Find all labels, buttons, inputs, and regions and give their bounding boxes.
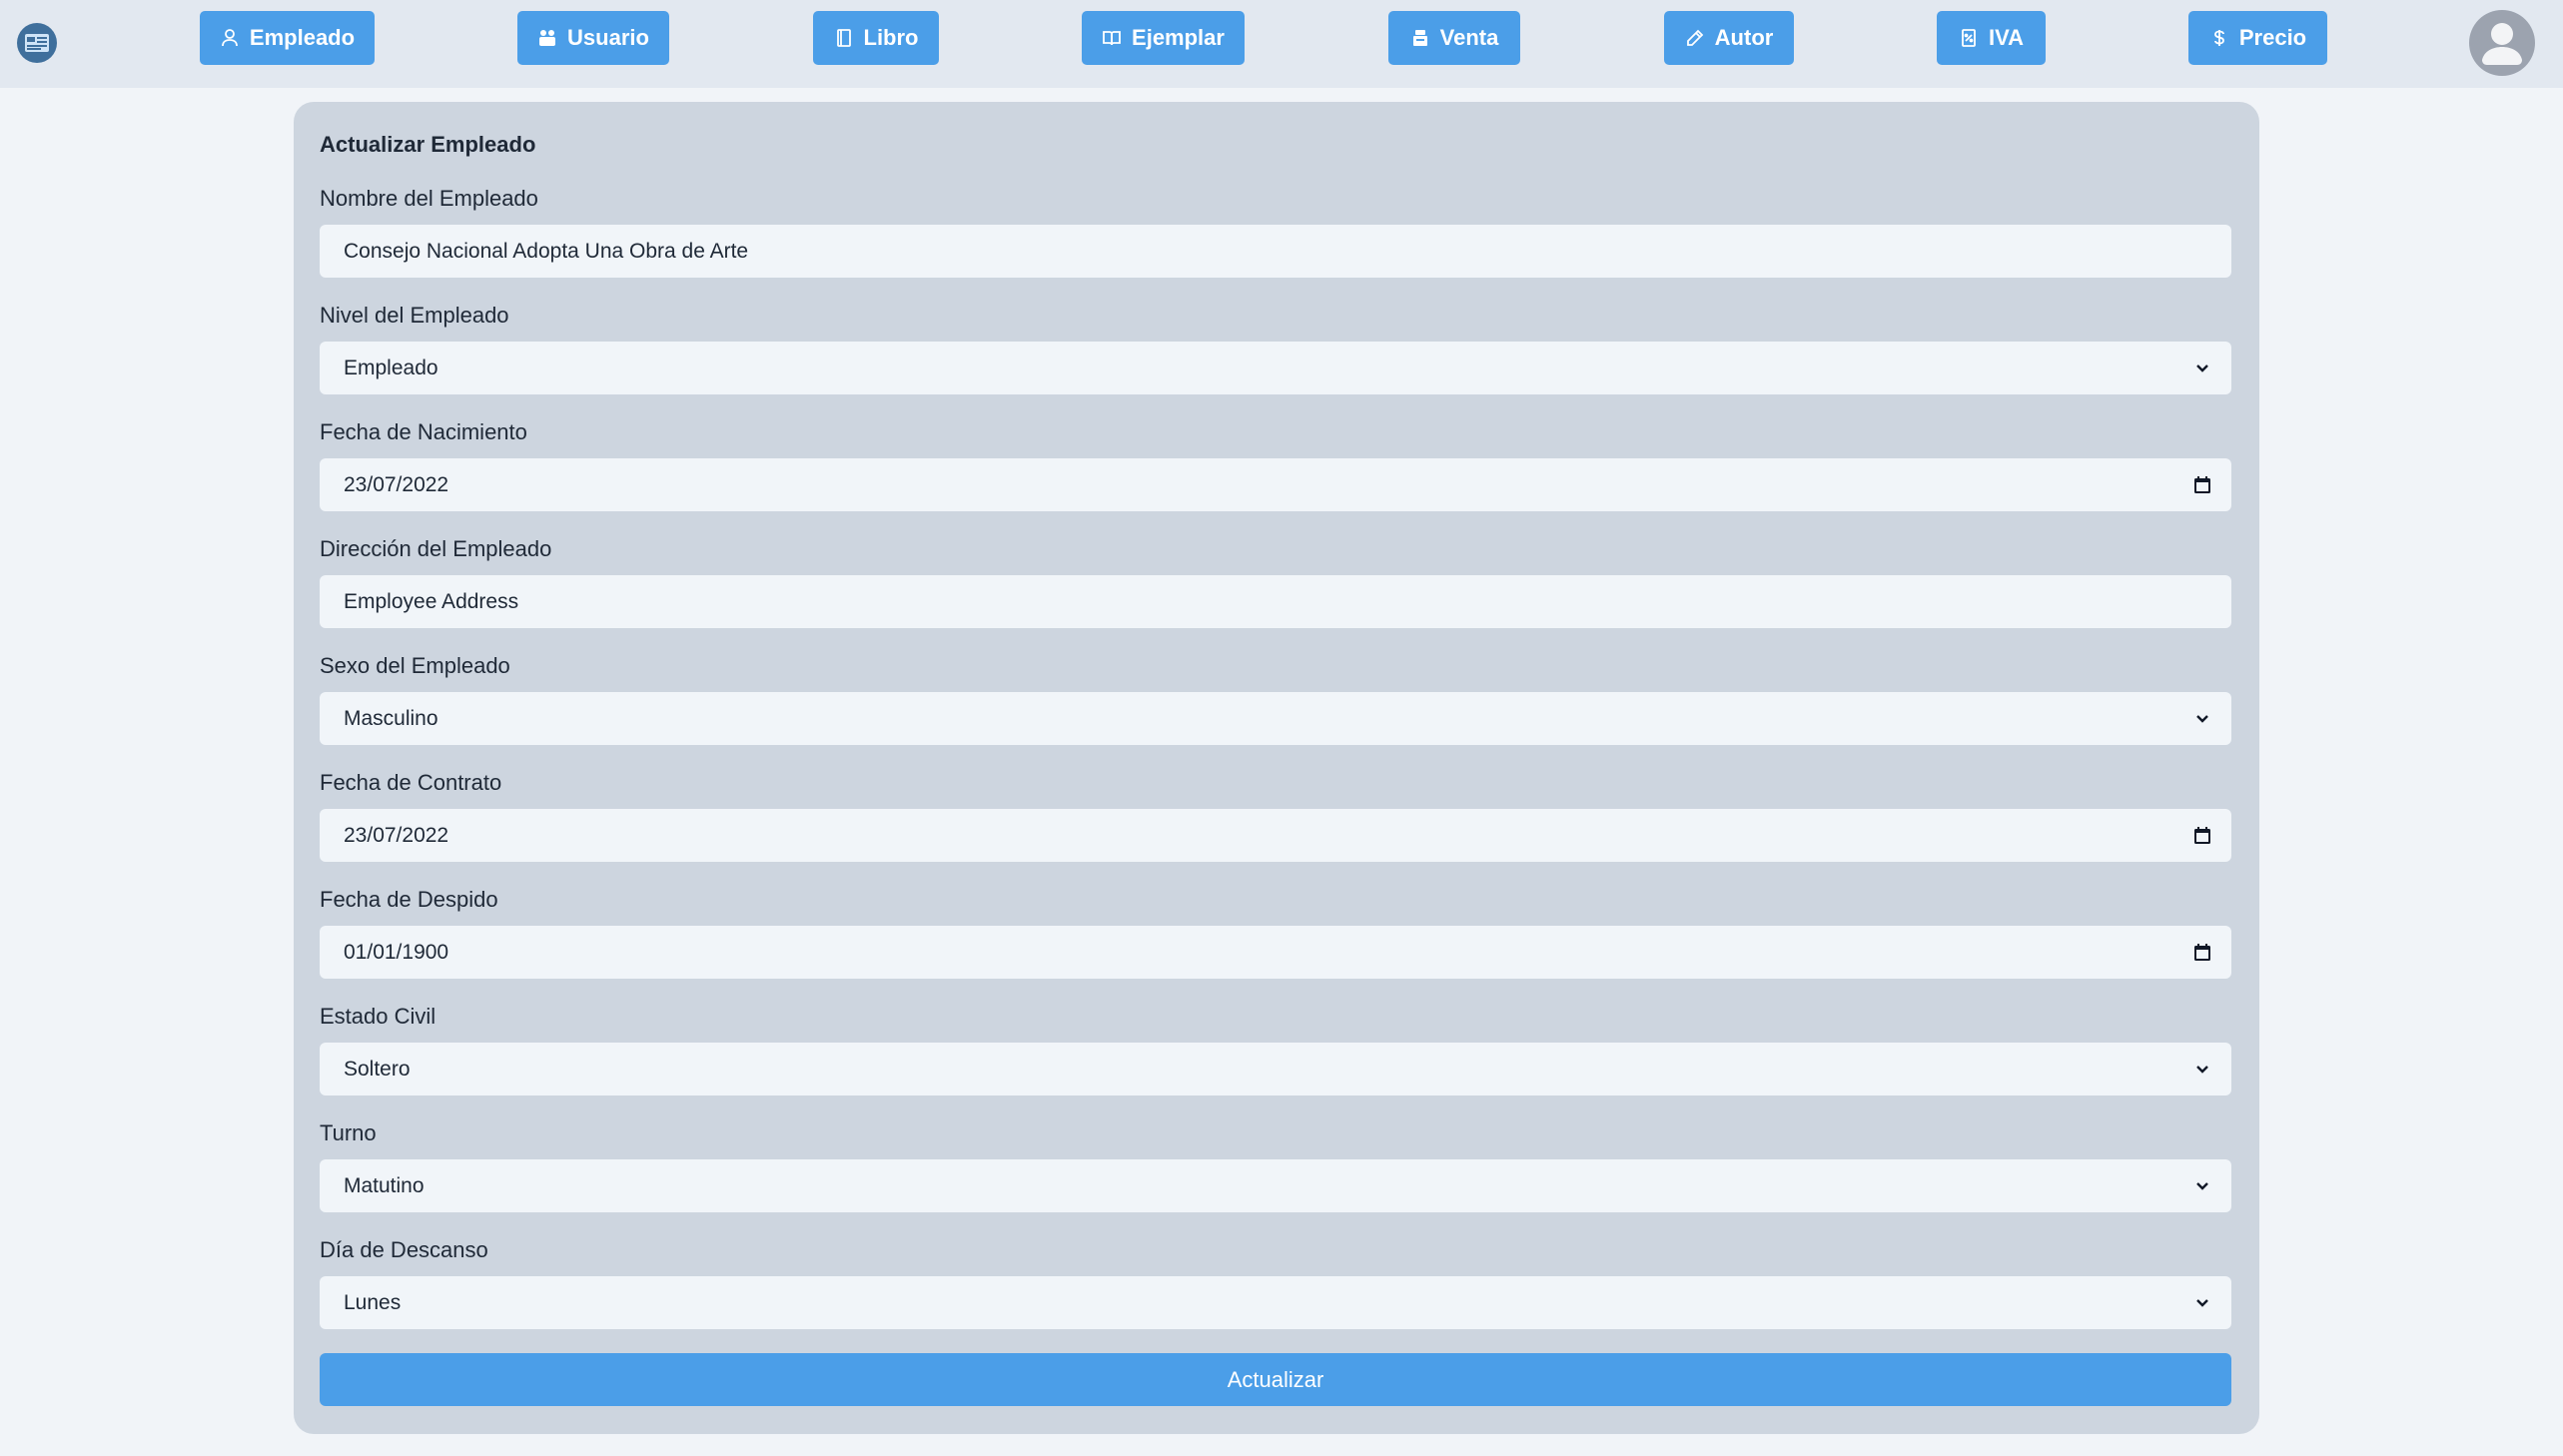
- descanso-value: Lunes: [344, 1290, 402, 1314]
- app-logo-icon[interactable]: [16, 22, 58, 64]
- estado-civil-label: Estado Civil: [320, 1004, 436, 1029]
- nivel-select[interactable]: Empleado: [320, 342, 2231, 394]
- nav-button-label: Libro: [863, 25, 919, 50]
- nacimiento-date-input[interactable]: 23/07/2022: [320, 458, 2231, 511]
- sexo-select[interactable]: Masculino: [320, 692, 2231, 745]
- nombre-value: Consejo Nacional Adopta Una Obra de Arte: [344, 239, 749, 263]
- nivel-label: Nivel del Empleado: [320, 303, 509, 328]
- cash-register-icon: [1412, 30, 1427, 46]
- contrato-value: 23/07/2022: [344, 823, 449, 847]
- nav-button-label: Empleado: [249, 25, 356, 50]
- nombre-label: Nombre del Empleado: [320, 186, 538, 211]
- form-title: Actualizar Empleado: [320, 132, 536, 157]
- direccion-label: Dirección del Empleado: [320, 536, 552, 561]
- book-icon: [836, 29, 851, 47]
- sexo-value: Masculino: [344, 706, 438, 730]
- chevron-down-icon: [2196, 1065, 2208, 1074]
- nav-button-label: Usuario: [567, 25, 649, 50]
- nav-button-label: Venta: [1439, 25, 1499, 50]
- nivel-value: Empleado: [344, 356, 438, 379]
- nombre-input[interactable]: Consejo Nacional Adopta Una Obra de Arte: [320, 225, 2231, 278]
- top-nav-bar: Empleado Usuario Libro Ejemplar Venta Au…: [0, 0, 2563, 88]
- nav-button-label: IVA: [1988, 25, 2025, 50]
- calendar-icon[interactable]: [2191, 825, 2213, 847]
- contrato-date-input[interactable]: 23/07/2022: [320, 809, 2231, 862]
- estado-civil-select[interactable]: Soltero: [320, 1043, 2231, 1095]
- chevron-down-icon: [2196, 1298, 2208, 1307]
- sexo-label: Sexo del Empleado: [320, 653, 510, 678]
- chevron-down-icon: [2196, 1181, 2208, 1190]
- chevron-down-icon: [2196, 714, 2208, 723]
- user-avatar-icon[interactable]: [2469, 10, 2535, 76]
- nav-button-iva[interactable]: IVA: [1937, 11, 2046, 65]
- turno-value: Matutino: [344, 1173, 425, 1197]
- contrato-label: Fecha de Contrato: [320, 770, 502, 795]
- user-icon: [222, 29, 238, 47]
- nav-button-label: Autor: [1714, 25, 1774, 50]
- calendar-icon[interactable]: [2191, 474, 2213, 496]
- direccion-input[interactable]: Employee Address: [320, 575, 2231, 628]
- users-icon: [539, 30, 556, 46]
- nav-button-venta[interactable]: Venta: [1388, 11, 1520, 65]
- nav-button-label: Precio: [2238, 25, 2307, 50]
- pencil-icon: [1686, 29, 1703, 46]
- nacimiento-value: 23/07/2022: [344, 472, 449, 496]
- nav-button-autor[interactable]: Autor: [1664, 11, 1794, 65]
- descanso-label: Día de Descanso: [320, 1237, 488, 1262]
- nav-button-libro[interactable]: Libro: [813, 11, 939, 65]
- actualizar-button[interactable]: Actualizar: [320, 1353, 2231, 1406]
- open-book-icon: [1103, 31, 1121, 46]
- despido-label: Fecha de Despido: [320, 887, 498, 912]
- nav-button-precio[interactable]: Precio: [2188, 11, 2327, 65]
- direccion-value: Employee Address: [344, 589, 519, 613]
- actualizar-button-label: Actualizar: [1227, 1366, 1324, 1392]
- receipt-icon: [1962, 29, 1976, 47]
- update-employee-form: Actualizar Empleado Nombre del Empleado …: [294, 102, 2259, 1434]
- turno-label: Turno: [320, 1120, 377, 1145]
- dollar-icon: [2213, 30, 2224, 46]
- chevron-down-icon: [2196, 364, 2208, 372]
- despido-value: 01/01/1900: [344, 940, 449, 964]
- nav-button-ejemplar[interactable]: Ejemplar: [1082, 11, 1245, 65]
- descanso-select[interactable]: Lunes: [320, 1276, 2231, 1329]
- nav-button-usuario[interactable]: Usuario: [517, 11, 669, 65]
- nav-button-label: Ejemplar: [1132, 25, 1225, 50]
- despido-date-input[interactable]: 01/01/1900: [320, 926, 2231, 979]
- estado-civil-value: Soltero: [344, 1057, 411, 1081]
- nacimiento-label: Fecha de Nacimiento: [320, 419, 527, 444]
- nav-button-empleado[interactable]: Empleado: [200, 11, 375, 65]
- calendar-icon[interactable]: [2191, 942, 2213, 964]
- turno-select[interactable]: Matutino: [320, 1159, 2231, 1212]
